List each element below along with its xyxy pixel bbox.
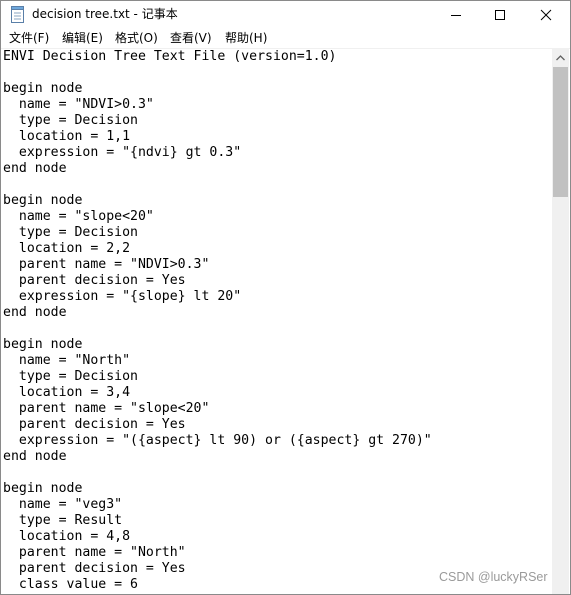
text-line: expression = "({aspect} lt 90) or ({aspe…: [3, 433, 432, 448]
minimize-icon: [451, 15, 461, 16]
minimize-button[interactable]: [433, 1, 479, 29]
text-line: parent decision = Yes: [3, 417, 186, 432]
text-line: parent name = "North": [3, 545, 186, 560]
text-line: begin node: [3, 193, 83, 208]
text-line: end node: [3, 305, 67, 320]
title-bar[interactable]: decision tree.txt - 记事本: [1, 1, 570, 29]
menu-file[interactable]: 文件(F): [9, 30, 49, 47]
text-line: [3, 177, 432, 193]
text-line: [3, 65, 432, 81]
text-line: location = 2,2: [3, 241, 131, 256]
close-button[interactable]: [523, 1, 569, 29]
text-line: type = Decision: [3, 225, 138, 240]
text-line: begin node: [3, 481, 83, 496]
maximize-button[interactable]: [477, 1, 523, 29]
text-line: location = 3,4: [3, 385, 131, 400]
menu-edit[interactable]: 编辑(E): [62, 30, 103, 47]
text-line: parent decision = Yes: [3, 273, 186, 288]
text-line: name = "North": [3, 353, 131, 368]
text-line: name = "slope<20": [3, 209, 154, 224]
menu-help[interactable]: 帮助(H): [225, 30, 267, 47]
scroll-up-button[interactable]: [552, 49, 569, 66]
menu-view[interactable]: 查看(V): [170, 30, 212, 47]
text-line: location = 1,1: [3, 129, 131, 144]
notepad-icon: [11, 6, 24, 23]
text-line: [3, 321, 432, 337]
text-line: end node: [3, 161, 67, 176]
text-line: parent name = "slope<20": [3, 401, 210, 416]
text-editor[interactable]: ENVI Decision Tree Text File (version=1.…: [1, 49, 552, 594]
text-line: expression = "{ndvi} gt 0.3": [3, 145, 242, 160]
text-line: begin node: [3, 337, 83, 352]
text-line: class value = 6: [3, 577, 138, 592]
text-line: type = Decision: [3, 369, 138, 384]
editor-content[interactable]: ENVI Decision Tree Text File (version=1.…: [3, 49, 432, 593]
vertical-scrollbar[interactable]: [552, 49, 569, 594]
text-line: parent decision = Yes: [3, 561, 186, 576]
text-line: expression = "{slope} lt 20": [3, 289, 242, 304]
text-line: parent name = "NDVI>0.3": [3, 257, 210, 272]
text-line: name = "veg3": [3, 497, 123, 512]
text-line: ENVI Decision Tree Text File (version=1.…: [3, 49, 337, 64]
text-line: type = Result: [3, 513, 123, 528]
text-line: type = Decision: [3, 113, 138, 128]
text-line: name = "NDVI>0.3": [3, 97, 154, 112]
text-line: [3, 465, 432, 481]
window-title: decision tree.txt - 记事本: [32, 7, 178, 21]
scrollbar-thumb[interactable]: [553, 67, 568, 197]
watermark: CSDN @luckyRSer: [439, 570, 548, 584]
notepad-window: decision tree.txt - 记事本 文件(F) 编辑(E) 格式(O…: [0, 0, 571, 595]
menu-bar: 文件(F) 编辑(E) 格式(O) 查看(V) 帮助(H): [1, 29, 570, 48]
text-line: end node: [3, 449, 67, 464]
menu-format[interactable]: 格式(O): [115, 30, 158, 47]
chevron-up-icon: [556, 54, 565, 60]
maximize-icon: [495, 10, 505, 20]
text-line: begin node: [3, 81, 83, 96]
close-icon: [540, 9, 552, 21]
text-line: location = 4,8: [3, 529, 131, 544]
